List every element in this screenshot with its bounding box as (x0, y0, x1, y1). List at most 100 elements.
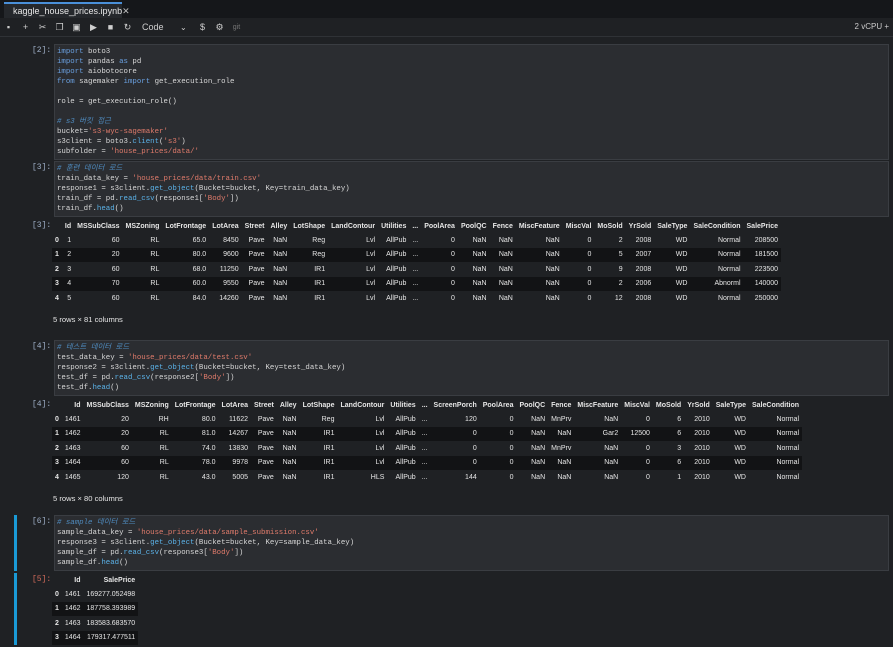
column-header: MiscVal (565, 222, 592, 230)
column-header: PoolQC (460, 222, 487, 230)
cell-selection-bar (14, 573, 17, 645)
column-header (52, 219, 62, 233)
table-cell: Pave (257, 473, 274, 481)
code-line: sample_df.head() (57, 559, 128, 567)
restart-icon[interactable]: ↻ (119, 22, 136, 33)
table-cell: Normal (748, 426, 803, 441)
table-cell: IR1 (314, 265, 326, 273)
table-row: 3 4 70 RL 60.0 9550 Pave NaN IR1 Lvl AllPub... 0 NaN… (52, 276, 782, 291)
code-line: response2 = s3client.get_object(Bucket=b… (57, 364, 346, 372)
column-header: SalePrice (746, 222, 779, 230)
output-prompt: [5]: (32, 575, 52, 584)
code-editor[interactable]: import boto3 import pandas as pd import ai… (54, 44, 889, 160)
git-icon[interactable]: git (228, 24, 245, 31)
code-cell[interactable]: [2]: import boto3 import pandas as pd impor… (14, 44, 889, 160)
row-index: 3 (52, 630, 62, 645)
table-cell: RL (131, 426, 172, 441)
table-cell: Reg (312, 236, 326, 244)
column-header: LotFrontage (174, 401, 216, 409)
code-cell[interactable]: [3]: # 훈련 데이터 로드 train_data_key = 'house_p… (14, 161, 889, 217)
code-editor[interactable]: # sample 데이터 로드 sample_data_key = 'house_… (54, 515, 889, 571)
column-header: MSZoning (134, 401, 169, 409)
table-cell: NaN (516, 426, 549, 441)
code-line: sample_df = pd.read_csv(response3['Body'… (57, 549, 244, 557)
table-cell: Pave (248, 265, 265, 273)
table-cell: Pave (241, 276, 268, 291)
table-cell: 6 (677, 415, 682, 423)
table-cell: 0 (646, 415, 650, 423)
table-cell: Pave (251, 455, 277, 470)
table-row: 0 1 60 RL 65.0 8450 Pave NaN Reg Lvl AllPub... 0 NaN… (52, 233, 781, 248)
table-cell: 68.0 (192, 265, 207, 273)
tab-notebook[interactable]: kaggle_house_prices.ipynb ✕ (4, 2, 130, 18)
code-cell[interactable]: [6]: # sample 데이터 로드 sample_data_key = 'ho… (14, 515, 889, 571)
column-header: MSZoning (125, 222, 160, 230)
table-cell: NaN (531, 444, 546, 452)
table-cell: 20 (74, 247, 123, 262)
table-row: 1 1462 20 RL 81.0 14267 Pave NaN IR1 Lvl AllPub...… (52, 426, 803, 441)
table-cell: 70 (74, 276, 123, 291)
add-cell-icon[interactable]: + (17, 22, 34, 32)
close-icon[interactable]: ✕ (122, 6, 130, 17)
code-editor[interactable]: # 테스트 데이터 로드 test_data_key = 'house_price… (54, 340, 889, 396)
table-cell: 0 (621, 455, 653, 470)
code-line: import aiobotocore (57, 68, 137, 76)
table-cell: 2010 (684, 426, 713, 441)
save-icon[interactable]: ▪ (0, 22, 17, 32)
table-cell: 1464 (61, 630, 84, 645)
table-cell: 140000 (743, 276, 782, 291)
table-cell: NaN (282, 415, 297, 423)
output-cell: [3]: Id MSSubClass MSZoning LotFrontage LotAr… (14, 219, 889, 330)
cell-type-select[interactable]: Code (142, 22, 180, 32)
table-cell: NaN (516, 455, 549, 470)
cut-icon[interactable]: ✂ (34, 22, 51, 33)
column-header: Street (254, 401, 274, 409)
column-header: Fence (492, 222, 513, 230)
chevron-down-icon[interactable]: ⌄ (180, 23, 194, 32)
table-cell: 2010 (694, 473, 710, 481)
table-cell: Lvl (366, 236, 376, 244)
table-cell: 169277.052498 (86, 590, 136, 598)
table-cell: MnPrv (551, 415, 572, 423)
table-cell: NaN (273, 236, 288, 244)
table-cell: 20 (121, 415, 129, 423)
table-cell: 0 (587, 265, 592, 273)
table-cell: Reg (290, 247, 329, 262)
table-cell: ... (412, 265, 419, 273)
column-header: MSSubClass (86, 401, 129, 409)
kernel-status[interactable]: 2 vCPU + (855, 22, 889, 31)
table-cell: Pave (248, 294, 265, 302)
table-cell: Lvl (375, 444, 385, 452)
table-cell: 60.0 (162, 276, 210, 291)
table-cell: NaN (548, 455, 575, 470)
table-cell: 0 (421, 276, 458, 291)
terminal-icon[interactable]: $ (194, 22, 211, 32)
table-cell: NaN (457, 247, 490, 262)
table-cell: 80.0 (201, 415, 216, 423)
row-index: 0 (55, 236, 59, 244)
column-header: Alley (279, 401, 297, 409)
table-cell: 60 (111, 236, 120, 244)
table-cell: Normal (748, 455, 803, 470)
table-cell: NaN (273, 294, 288, 302)
code-cell[interactable]: [4]: # 테스트 데이터 로드 test_data_key = 'house_p… (14, 340, 889, 396)
table-cell: 1461 (64, 415, 81, 423)
table-header-row: Id SalePrice (52, 573, 138, 587)
table-cell: NaN (545, 236, 560, 244)
table-cell: AllPub (395, 415, 416, 423)
table-cell: 6 (652, 426, 685, 441)
paste-icon[interactable]: ▣ (68, 22, 85, 33)
table-cell: AllPub (378, 247, 410, 262)
copy-icon[interactable]: ❐ (51, 22, 68, 33)
column-header: MiscFeature (577, 401, 619, 409)
stop-icon[interactable]: ■ (102, 22, 119, 32)
row-index: 2 (55, 619, 59, 627)
table-cell: 5 (67, 294, 72, 302)
column-header: ... (412, 222, 419, 230)
code-editor[interactable]: # 훈련 데이터 로드 train_data_key = 'house_price… (54, 161, 889, 217)
settings-icon[interactable]: ⚙ (211, 22, 228, 33)
table-cell: NaN (489, 276, 516, 291)
run-icon[interactable]: ▶ (85, 22, 102, 33)
table-cell: NaN (267, 276, 291, 291)
table-cell: WD (654, 247, 691, 262)
